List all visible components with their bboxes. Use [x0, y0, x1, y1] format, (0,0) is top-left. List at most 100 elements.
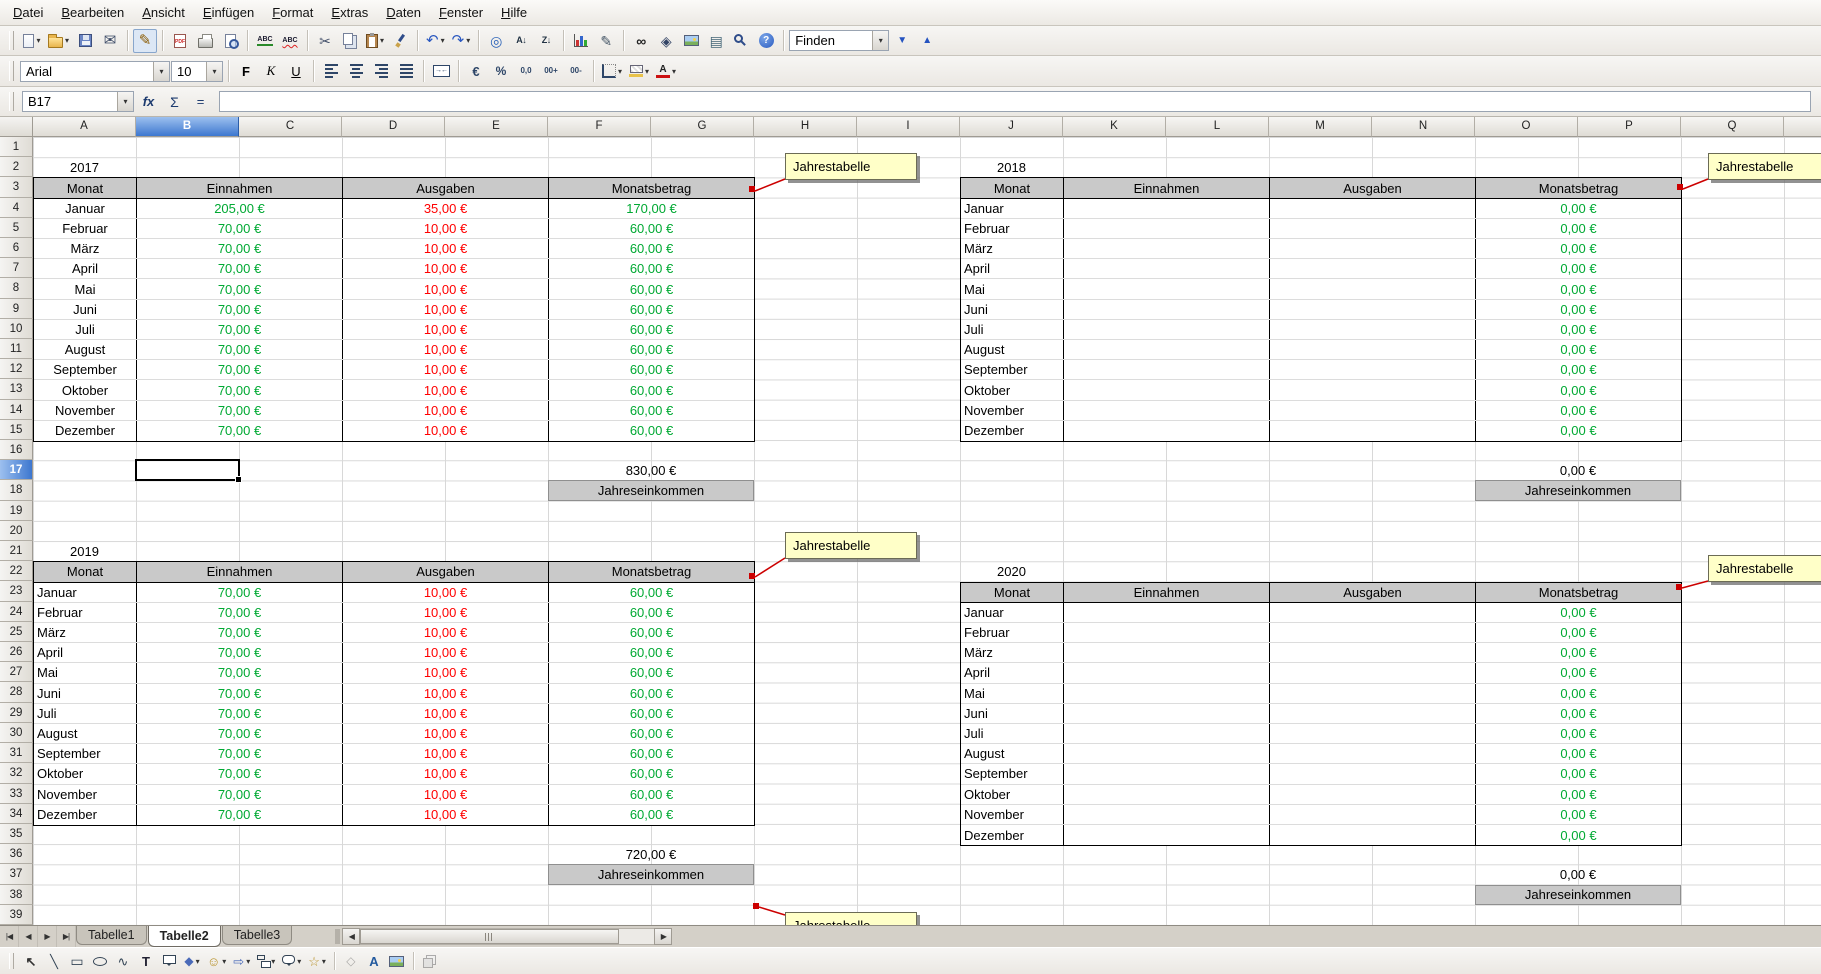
- cell-ausgaben[interactable]: 10,00 €: [343, 643, 549, 662]
- cell-monat[interactable]: Februar: [961, 623, 1064, 642]
- cell-monat[interactable]: November: [961, 805, 1064, 824]
- note-jahrestabelle[interactable]: Jahrestabelle: [785, 912, 917, 925]
- cell-ausgaben[interactable]: 10,00 €: [343, 704, 549, 723]
- cell-einnahmen[interactable]: [1064, 219, 1270, 238]
- last-sheet-button[interactable]: ▶|: [57, 926, 76, 947]
- bold-button[interactable]: F: [234, 59, 258, 83]
- cell-einnahmen[interactable]: [1064, 199, 1270, 218]
- column-header-d[interactable]: D: [342, 117, 445, 137]
- column-header-b[interactable]: B: [136, 117, 239, 137]
- cell-monat[interactable]: Februar: [961, 219, 1064, 238]
- cell-einnahmen[interactable]: [1064, 239, 1270, 258]
- column-header-monatsbetrag[interactable]: Monatsbetrag: [549, 178, 754, 197]
- cell-monat[interactable]: April: [34, 259, 137, 278]
- selected-cell[interactable]: [135, 459, 240, 481]
- line-button[interactable]: ╲: [43, 950, 65, 972]
- toolbar-grip-icon[interactable]: [9, 953, 14, 969]
- help-button[interactable]: ?: [754, 29, 778, 53]
- cell-monatsbetrag[interactable]: 60,00 €: [549, 623, 754, 642]
- cell-ausgaben[interactable]: [1270, 603, 1476, 622]
- sheet-tab-tabelle1[interactable]: Tabelle1: [76, 926, 147, 945]
- cell-einnahmen[interactable]: [1064, 279, 1270, 298]
- cell-monat[interactable]: März: [961, 643, 1064, 662]
- cell-monat[interactable]: November: [34, 401, 137, 420]
- font-color-button[interactable]: A▾: [653, 59, 679, 83]
- cell-einnahmen[interactable]: [1064, 421, 1270, 441]
- cell-einnahmen[interactable]: 70,00 €: [137, 603, 343, 622]
- cell-monatsbetrag[interactable]: 170,00 €: [549, 199, 754, 218]
- cell-monat[interactable]: Juli: [34, 320, 137, 339]
- number-format-currency-button[interactable]: €: [464, 59, 488, 83]
- cell-monatsbetrag[interactable]: 0,00 €: [1476, 805, 1681, 824]
- cell-ausgaben[interactable]: [1270, 663, 1476, 682]
- cell-monat[interactable]: Oktober: [961, 785, 1064, 804]
- cell-monat[interactable]: März: [34, 239, 137, 258]
- cell-ausgaben[interactable]: 10,00 €: [343, 663, 549, 682]
- background-color-button[interactable]: ▾: [626, 59, 652, 83]
- column-header-einnahmen[interactable]: Einnahmen: [1064, 178, 1270, 197]
- export-as-pdf-button[interactable]: [168, 29, 192, 53]
- data-sources-button[interactable]: ▤: [704, 29, 728, 53]
- number-format-standard-button[interactable]: 0,0: [514, 59, 538, 83]
- row-header-12[interactable]: 12: [0, 359, 33, 379]
- sheet-tab-tabelle3[interactable]: Tabelle3: [222, 926, 293, 945]
- name-box[interactable]: B17 ▾: [22, 91, 134, 112]
- cell-monatsbetrag[interactable]: 0,00 €: [1476, 239, 1681, 258]
- cell-monatsbetrag[interactable]: 60,00 €: [549, 320, 754, 339]
- cell-einnahmen[interactable]: [1064, 259, 1270, 278]
- row-header-24[interactable]: 24: [0, 602, 33, 622]
- cell-einnahmen[interactable]: 70,00 €: [137, 684, 343, 703]
- cell-monatsbetrag[interactable]: 0,00 €: [1476, 825, 1681, 845]
- cell-einnahmen[interactable]: 70,00 €: [137, 623, 343, 642]
- cell-monat[interactable]: Juni: [961, 704, 1064, 723]
- row-header-11[interactable]: 11: [0, 339, 33, 359]
- cell-monat[interactable]: August: [961, 744, 1064, 763]
- cell-monatsbetrag[interactable]: 60,00 €: [549, 643, 754, 662]
- row-header-21[interactable]: 21: [0, 541, 33, 561]
- column-header-einnahmen[interactable]: Einnahmen: [137, 562, 343, 581]
- cell-monatsbetrag[interactable]: 0,00 €: [1476, 320, 1681, 339]
- align-center-button[interactable]: [344, 59, 368, 83]
- row-header-1[interactable]: 1: [0, 137, 33, 157]
- row-header-39[interactable]: 39: [0, 905, 33, 925]
- cell-einnahmen[interactable]: [1064, 805, 1270, 824]
- menu-item-datei[interactable]: Datei: [4, 2, 52, 23]
- cell-ausgaben[interactable]: [1270, 300, 1476, 319]
- cell-monat[interactable]: April: [961, 259, 1064, 278]
- cell-monat[interactable]: September: [961, 764, 1064, 783]
- cell-monat[interactable]: Februar: [34, 603, 137, 622]
- cell-monat[interactable]: September: [961, 360, 1064, 379]
- cell-einnahmen[interactable]: [1064, 300, 1270, 319]
- merge-cells-button[interactable]: [429, 59, 453, 83]
- total-label-2018[interactable]: Jahreseinkommen: [1475, 480, 1681, 500]
- cell-ausgaben[interactable]: [1270, 825, 1476, 845]
- scroll-left-button[interactable]: ◀: [342, 928, 360, 945]
- row-header-2[interactable]: 2: [0, 157, 33, 177]
- year-label-2020[interactable]: 2020: [960, 561, 1063, 581]
- open-button[interactable]: ▾: [45, 29, 72, 53]
- underline-button[interactable]: U: [284, 59, 308, 83]
- cell-monatsbetrag[interactable]: 0,00 €: [1476, 219, 1681, 238]
- cell-ausgaben[interactable]: 10,00 €: [343, 684, 549, 703]
- extrusion-on-off-button[interactable]: [419, 950, 441, 972]
- column-header-monat[interactable]: Monat: [34, 562, 137, 581]
- cell-monat[interactable]: September: [34, 360, 137, 379]
- cell-monatsbetrag[interactable]: 0,00 €: [1476, 380, 1681, 399]
- column-header-monat[interactable]: Monat: [961, 583, 1064, 602]
- find-next-button[interactable]: ▼: [890, 29, 914, 53]
- cell-ausgaben[interactable]: [1270, 704, 1476, 723]
- row-header-33[interactable]: 33: [0, 784, 33, 804]
- total-2017[interactable]: 830,00 €: [548, 460, 754, 480]
- dropdown-arrow-icon[interactable]: ▾: [246, 957, 250, 966]
- cell-monatsbetrag[interactable]: 0,00 €: [1476, 259, 1681, 278]
- cell-ausgaben[interactable]: [1270, 380, 1476, 399]
- cell-ausgaben[interactable]: [1270, 360, 1476, 379]
- note-jahrestabelle[interactable]: Jahrestabelle: [785, 153, 917, 180]
- cell-monatsbetrag[interactable]: 60,00 €: [549, 764, 754, 783]
- cell-einnahmen[interactable]: [1064, 724, 1270, 743]
- cell-monat[interactable]: Januar: [961, 199, 1064, 218]
- cell-monat[interactable]: Januar: [961, 603, 1064, 622]
- font-size-dropdown-icon[interactable]: ▾: [206, 62, 222, 81]
- toolbar-grip-icon[interactable]: [9, 92, 14, 111]
- column-header-einnahmen[interactable]: Einnahmen: [137, 178, 343, 197]
